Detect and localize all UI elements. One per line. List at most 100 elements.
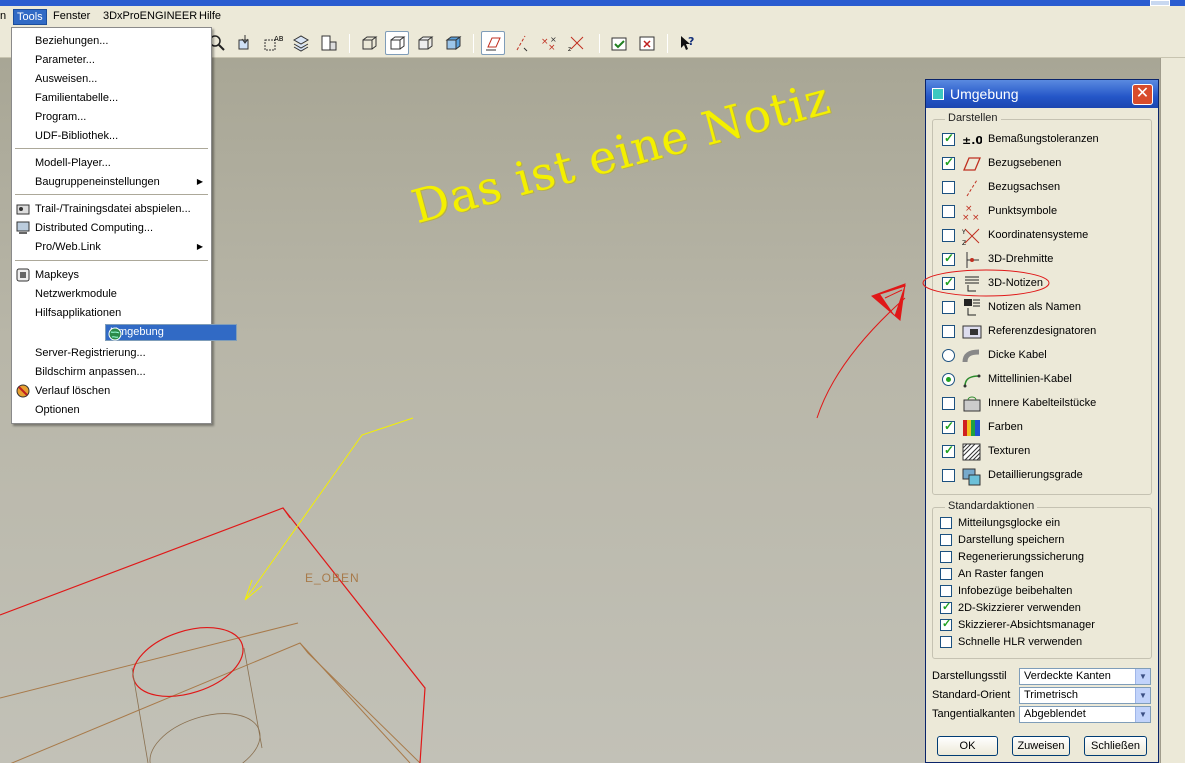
menu-hilfe[interactable]: Hilfe: [199, 10, 221, 22]
action-checkbox[interactable]: [940, 534, 952, 546]
datum-point-toggle-icon[interactable]: × × ×: [537, 31, 561, 55]
menu-tools[interactable]: Tools: [13, 9, 47, 25]
shading-icon[interactable]: [441, 31, 465, 55]
display-item-label: Detaillierungsgrade: [988, 469, 1083, 481]
display-checkbox[interactable]: [942, 443, 955, 458]
menu-item-modell-player[interactable]: Modell-Player...: [14, 154, 209, 172]
menu-item-baugruppeneinstellungen[interactable]: Baugruppeneinstellungen ▶: [14, 173, 209, 191]
display-checkbox[interactable]: [942, 325, 955, 338]
action-item-row[interactable]: Skizzierer-Absichtsmanager: [934, 617, 1144, 634]
hidden-line-icon[interactable]: [385, 31, 409, 55]
menu-item-umgebung[interactable]: Umgebung: [105, 324, 237, 341]
menu-item-bildschirm-anpassen[interactable]: Bildschirm anpassen...: [14, 363, 209, 381]
standard-orient-select[interactable]: Trimetrisch ▼: [1019, 687, 1151, 704]
layers-icon[interactable]: [289, 31, 313, 55]
display-item-row[interactable]: Detaillierungsgrade: [934, 464, 1144, 488]
menu-item-pro-web-link[interactable]: Pro/Web.Link ▶: [14, 238, 209, 256]
display-checkbox[interactable]: [942, 229, 955, 242]
menu-item-familientabelle[interactable]: Familientabelle...: [14, 89, 209, 107]
datum-axis-toggle-icon[interactable]: [509, 31, 533, 55]
wireframe-icon[interactable]: [357, 31, 381, 55]
menu-item-verlauf-loeschen[interactable]: Verlauf löschen: [14, 382, 209, 400]
action-item-label: Mitteilungsglocke ein: [958, 517, 1061, 529]
svg-text:Y: Y: [962, 229, 966, 236]
menu-item-parameter[interactable]: Parameter...: [14, 51, 209, 69]
menu-item-ausweisen[interactable]: Ausweisen...: [14, 70, 209, 88]
action-checkbox[interactable]: [940, 517, 952, 529]
action-checkbox[interactable]: [940, 585, 952, 597]
dialog-close-button[interactable]: ✕: [1132, 84, 1153, 105]
chevron-down-icon[interactable]: ▼: [1135, 669, 1150, 684]
display-checkbox[interactable]: [942, 155, 955, 170]
action-item-row[interactable]: Infobezüge beibehalten: [934, 583, 1144, 600]
datum-plane-toggle-icon[interactable]: [481, 31, 505, 55]
action-checkbox[interactable]: [940, 568, 952, 580]
action-checkbox[interactable]: [940, 551, 952, 563]
menu-item-server-registrierung[interactable]: Server-Registrierung...: [14, 344, 209, 362]
tangentialkanten-select[interactable]: Abgeblendet ▼: [1019, 706, 1151, 723]
csys-toggle-icon[interactable]: z: [565, 31, 589, 55]
display-item-row[interactable]: Bezugsebenen: [934, 152, 1144, 176]
close-window-icon[interactable]: [635, 31, 659, 55]
menu-item-optionen[interactable]: Optionen: [14, 401, 209, 419]
menu-item-udf-bibliothek[interactable]: UDF-Bibliothek...: [14, 127, 209, 145]
menu-item-distributed-computing[interactable]: Distributed Computing...: [14, 219, 209, 237]
menu-3dxproengineer[interactable]: 3DxProENGINEER: [103, 10, 197, 22]
close-button[interactable]: Schließen: [1084, 736, 1147, 756]
display-radio[interactable]: [942, 373, 955, 386]
display-checkbox[interactable]: [942, 397, 955, 410]
display-radio[interactable]: [942, 349, 955, 362]
model-tree-icon[interactable]: [317, 31, 341, 55]
menu-item-netzwerkmodule[interactable]: Netzwerkmodule: [14, 285, 209, 303]
context-help-icon[interactable]: ?: [675, 31, 699, 55]
display-item-row[interactable]: Innere Kabelteilstücke: [934, 392, 1144, 416]
reorient-icon[interactable]: [233, 31, 257, 55]
assign-button[interactable]: Zuweisen: [1012, 736, 1070, 756]
chevron-down-icon[interactable]: ▼: [1135, 707, 1150, 722]
display-checkbox[interactable]: [942, 419, 955, 434]
darstellungsstil-select[interactable]: Verdeckte Kanten ▼: [1019, 668, 1151, 685]
menu-item-trail[interactable]: Trail-/Trainingsdatei abspielen...: [14, 200, 209, 218]
action-item-row[interactable]: Regenerierungssicherung: [934, 549, 1144, 566]
tolerance-icon: ±.01: [962, 134, 982, 147]
display-item-row[interactable]: Y Z Koordinatensysteme: [934, 224, 1144, 248]
svg-text:×: ×: [972, 213, 980, 222]
display-item-row[interactable]: Farben: [934, 416, 1144, 440]
datum-axis-icon: [966, 179, 978, 197]
datum-label[interactable]: E_OBEN: [305, 571, 360, 585]
action-item-row[interactable]: Mitteilungsglocke ein: [934, 515, 1144, 532]
svg-text:×: ×: [550, 35, 557, 44]
menu-item-mapkeys[interactable]: Mapkeys: [14, 266, 209, 284]
action-item-row[interactable]: 2D-Skizzierer verwenden: [934, 600, 1144, 617]
display-item-row[interactable]: ±.01 Bemaßungstoleranzen: [934, 128, 1144, 152]
display-item-row[interactable]: Bezugsachsen: [934, 176, 1144, 200]
menu-item-beziehungen[interactable]: Beziehungen...: [14, 32, 209, 50]
action-checkbox[interactable]: [940, 636, 952, 648]
display-item-row[interactable]: Referenzdesignatoren: [934, 320, 1144, 344]
action-checkbox[interactable]: [940, 617, 952, 631]
regenerate-icon[interactable]: [607, 31, 631, 55]
view-manager-icon[interactable]: AB: [261, 31, 285, 55]
svg-text:AB: AB: [274, 35, 283, 43]
coordinate-system-icon: YZ: [962, 228, 980, 246]
display-item-row[interactable]: Mittellinien-Kabel: [934, 368, 1144, 392]
display-item-row[interactable]: Texturen: [934, 440, 1144, 464]
no-hidden-icon[interactable]: [413, 31, 437, 55]
svg-text:?: ?: [688, 35, 694, 48]
display-checkbox[interactable]: [942, 205, 955, 218]
action-checkbox[interactable]: [940, 600, 952, 614]
ok-button[interactable]: OK: [937, 736, 998, 756]
display-checkbox[interactable]: [942, 181, 955, 194]
display-checkbox[interactable]: [942, 131, 955, 146]
display-item-row[interactable]: × × × Punktsymbole: [934, 200, 1144, 224]
action-item-row[interactable]: Darstellung speichern: [934, 532, 1144, 549]
display-item-row[interactable]: Dicke Kabel: [934, 344, 1144, 368]
menu-item-program[interactable]: Program...: [14, 108, 209, 126]
menu-partial[interactable]: n: [0, 10, 6, 22]
menu-fenster[interactable]: Fenster: [53, 10, 90, 22]
display-checkbox[interactable]: [942, 469, 955, 482]
chevron-down-icon[interactable]: ▼: [1135, 688, 1150, 703]
action-item-row[interactable]: An Raster fangen: [934, 566, 1144, 583]
action-item-row[interactable]: Schnelle HLR verwenden: [934, 634, 1144, 651]
menu-item-hilfsapplikationen[interactable]: Hilfsapplikationen: [14, 304, 209, 322]
